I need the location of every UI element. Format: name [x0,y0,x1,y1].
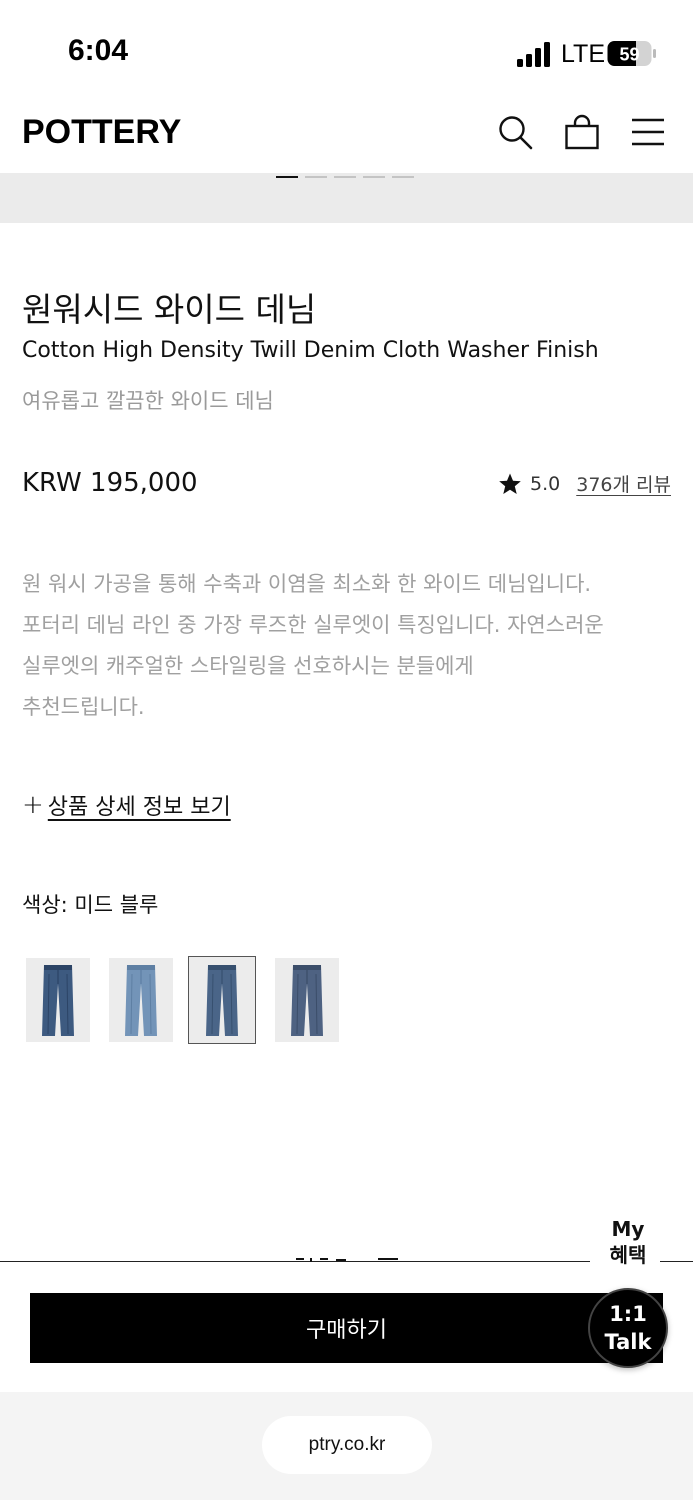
svg-text:59: 59 [619,45,639,65]
rating-summary: 5.0 376개 리뷰 [498,470,671,497]
address-bar[interactable]: ptry.co.kr [262,1416,432,1474]
search-icon[interactable] [497,114,533,150]
product-image-gallery[interactable] [0,173,693,223]
gallery-dot[interactable] [392,176,414,178]
color-swatch[interactable] [26,958,90,1042]
gallery-dot[interactable] [276,176,298,178]
bottom-divider [660,1261,693,1262]
product-price: KRW 195,000 [22,468,198,498]
my-benefit-button[interactable]: My 혜택 [596,1216,660,1268]
my-benefit-label: My [611,1217,645,1241]
brand-logo[interactable]: POTTERY [22,113,181,152]
jeans-thumbnail-icon [206,965,238,1036]
plus-icon: + [22,790,44,820]
description-line: 실루엣의 캐주얼한 스타일링을 선호하시는 분들에게 [22,654,474,678]
star-icon [499,473,521,494]
talk-label: 1:1 [609,1302,647,1326]
product-title-english: Cotton High Density Twill Denim Cloth Wa… [22,338,599,363]
color-label: 색상: 미드 블루 [22,893,159,917]
description-line: 추천드립니다. [22,695,145,719]
my-benefit-label: 혜택 [609,1243,647,1267]
battery-icon: 59 [607,41,656,66]
color-swatch[interactable] [109,958,173,1042]
color-swatch[interactable] [275,958,339,1042]
description-line: 원 워시 가공을 통해 수축과 이염을 최소화 한 와이드 데님입니다. [22,572,592,596]
jeans-thumbnail-icon [125,965,157,1036]
jeans-thumbnail-icon [291,965,323,1036]
gallery-dot[interactable] [363,176,385,178]
talk-label: Talk [604,1330,652,1354]
status-time: 6:04 [68,34,129,67]
description-line: 포터리 데님 라인 중 가장 루즈한 실루엣이 특징입니다. 자연스러운 [22,613,604,637]
network-label: LTE [561,40,605,68]
product-detail-link-label: 상품 상세 정보 보기 [47,795,231,820]
rating-value: 5.0 [530,472,561,495]
one-to-one-talk-button[interactable]: 1:1 Talk [588,1288,668,1368]
gallery-pagination [276,176,414,178]
bottom-divider [0,1261,590,1262]
signal-icon [517,42,550,67]
product-detail-toggle[interactable]: + 상품 상세 정보 보기 [22,789,231,821]
menu-icon[interactable] [630,114,666,150]
review-count-link[interactable]: 376개 리뷰 [576,470,671,497]
color-swatch[interactable] [188,956,256,1044]
jeans-thumbnail-icon [42,965,74,1036]
shopping-bag-icon[interactable] [564,114,600,150]
partially-hidden-text [296,1258,398,1262]
buy-button[interactable]: 구매하기 [30,1293,663,1363]
gallery-dot[interactable] [334,176,356,178]
product-description: 원 워시 가공을 통해 수축과 이염을 최소화 한 와이드 데님입니다. 포터리… [22,564,677,728]
gallery-dot[interactable] [305,176,327,178]
product-subtitle: 여유롭고 깔끔한 와이드 데님 [22,389,274,413]
product-title: 원워시드 와이드 데님 [22,290,317,329]
